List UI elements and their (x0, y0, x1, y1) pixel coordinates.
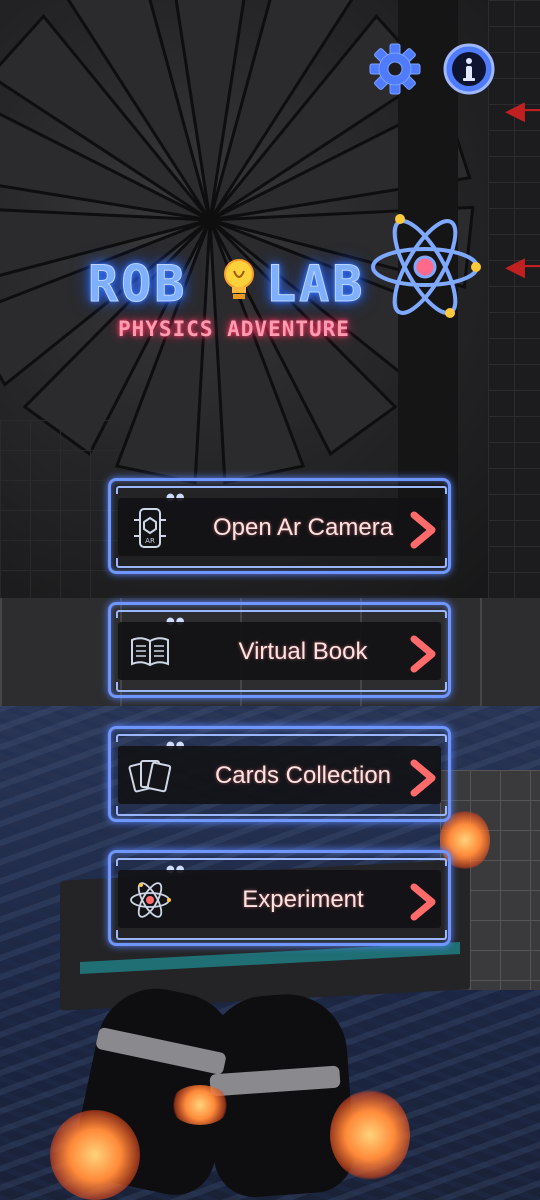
background-scene: ◀─ ◀─ (0, 0, 540, 1200)
thruster-flame (330, 1090, 410, 1180)
atom-logo-icon (371, 214, 481, 318)
gear-icon (369, 43, 421, 95)
cards-collection-button[interactable]: ●● Cards Collection (108, 726, 451, 822)
red-arrow-icon: ◀─ (505, 96, 540, 126)
thruster-flame (170, 1085, 230, 1125)
open-ar-camera-button[interactable]: ●● AR Open Ar Camera (108, 478, 451, 574)
logo-title-right: LAB (265, 255, 366, 314)
chevron-right-icon (410, 883, 436, 921)
settings-button[interactable] (368, 42, 422, 96)
virtual-book-button[interactable]: ●● Virtual Book (108, 602, 451, 698)
logo-subtitle: PHYSICS ADVENTURE (118, 317, 350, 341)
book-icon (131, 637, 169, 667)
frame-decoration (116, 930, 447, 940)
chevron-right-icon (410, 635, 436, 673)
button-label: Open Ar Camera (212, 514, 394, 541)
chevron-right-icon (410, 511, 436, 549)
info-button[interactable] (442, 42, 496, 96)
svg-text:AR: AR (145, 537, 155, 545)
button-label: Virtual Book (238, 638, 368, 665)
tiled-wall-left (0, 420, 120, 600)
frame-decoration (116, 682, 447, 692)
logo-title-left: ROB (87, 255, 188, 314)
button-label: Experiment (242, 886, 364, 913)
lightbulb-icon (224, 259, 254, 299)
ar-phone-icon: AR (134, 508, 166, 548)
game-logo: ROB LAB PHYSICS ADVENTURE (80, 205, 500, 355)
atom-icon (130, 882, 171, 918)
experiment-button[interactable]: ●● Experiment (108, 850, 451, 946)
info-icon (443, 43, 495, 95)
button-label: Cards Collection (214, 762, 392, 789)
thruster-flame (50, 1110, 140, 1200)
frame-decoration (116, 558, 447, 568)
red-arrow-icon: ◀─ (505, 252, 540, 282)
frame-decoration (116, 806, 447, 816)
chevron-right-icon (410, 759, 436, 797)
cards-icon (128, 760, 172, 793)
